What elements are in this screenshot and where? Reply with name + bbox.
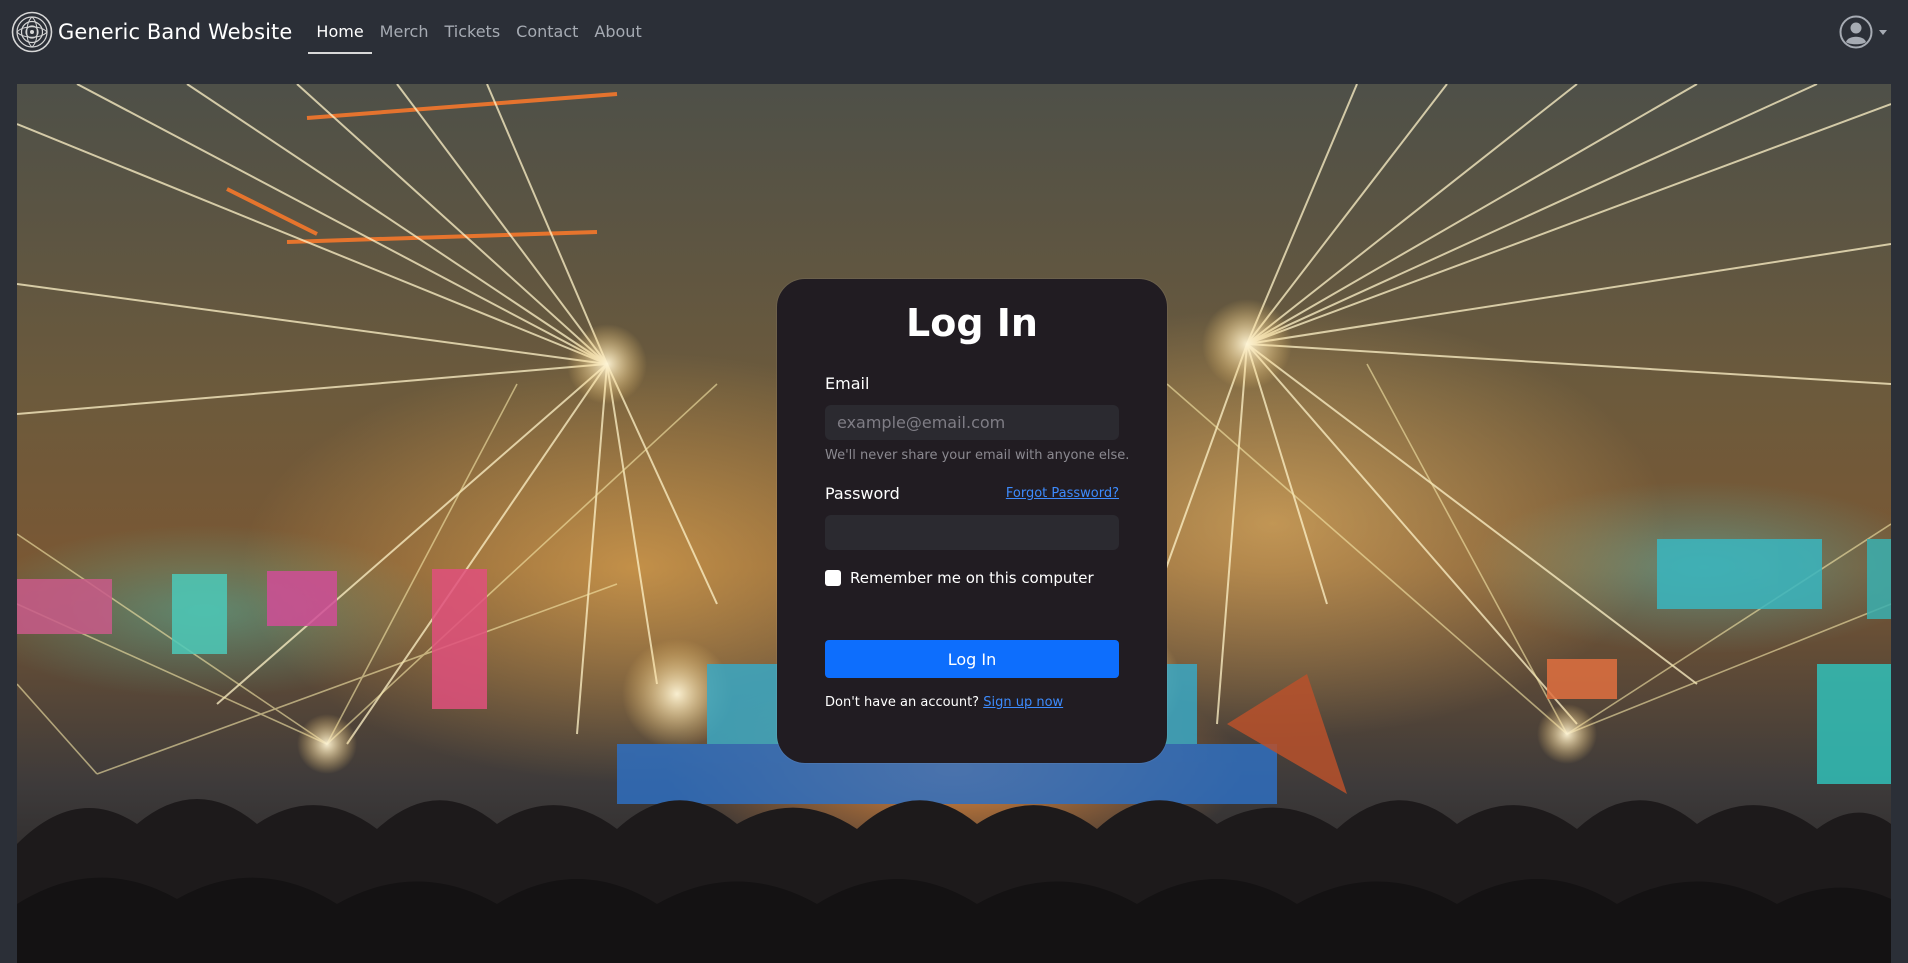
- remember-me-label[interactable]: Remember me on this computer: [850, 569, 1094, 587]
- user-menu-dropdown[interactable]: [1839, 15, 1887, 49]
- login-card: Log In Email We'll never share your emai…: [777, 279, 1167, 763]
- main-nav: Home Merch Tickets Contact About: [308, 0, 649, 64]
- user-avatar-icon: [1839, 15, 1873, 49]
- email-help-text: We'll never share your email with anyone…: [825, 448, 1130, 463]
- forgot-password-link[interactable]: Forgot Password?: [1006, 486, 1119, 501]
- nav-tickets[interactable]: Tickets: [436, 0, 508, 64]
- password-input[interactable]: [825, 515, 1119, 550]
- login-title: Log In: [906, 301, 1038, 345]
- nav-contact[interactable]: Contact: [508, 0, 586, 64]
- signup-row: Don't have an account? Sign up now: [825, 695, 1063, 710]
- celtic-knot-logo-icon: [11, 11, 53, 53]
- email-input[interactable]: [825, 405, 1119, 440]
- remember-me-checkbox[interactable]: [825, 570, 841, 586]
- signup-prompt: Don't have an account?: [825, 695, 980, 710]
- nav-home[interactable]: Home: [308, 0, 372, 64]
- top-navbar: Generic Band Website Home Merch Tickets …: [0, 0, 1908, 64]
- brand-link[interactable]: Generic Band Website: [11, 11, 292, 53]
- email-label: Email: [825, 374, 870, 393]
- signup-link[interactable]: Sign up now: [983, 695, 1063, 710]
- caret-down-icon: [1879, 29, 1887, 35]
- brand-name: Generic Band Website: [58, 20, 293, 44]
- nav-about[interactable]: About: [586, 0, 649, 64]
- remember-me-row: Remember me on this computer: [825, 569, 1094, 587]
- nav-merch[interactable]: Merch: [372, 0, 437, 64]
- login-submit-button[interactable]: Log In: [825, 640, 1119, 678]
- password-label: Password: [825, 484, 900, 503]
- hero-background-image: Log In Email We'll never share your emai…: [17, 84, 1891, 963]
